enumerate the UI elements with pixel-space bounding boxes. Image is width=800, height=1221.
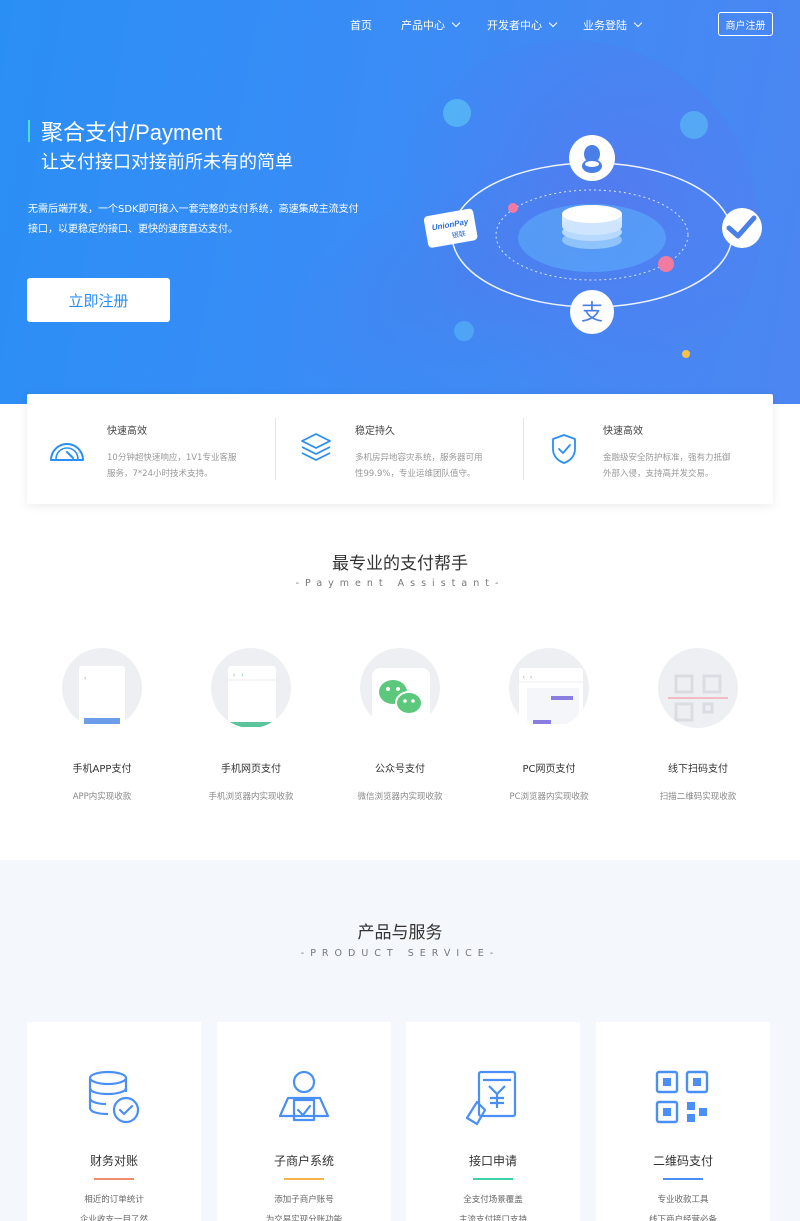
svg-text:‹: ‹ — [84, 675, 86, 682]
payment-method-desc: PC浏览器内实现收款 — [509, 792, 589, 802]
service-desc: 专业收款工具 线下商户经营必备 — [648, 1195, 717, 1221]
feature-title: 快速高效 — [107, 426, 147, 437]
service-name: 财务对账 — [89, 1154, 138, 1168]
chevron-down-icon — [451, 18, 461, 28]
shield-check-icon — [552, 434, 576, 464]
hero-subtitle: 让支付接口对接前所未有的简单 — [41, 152, 293, 173]
payment-method-desc: 扫描二维码实现收款 — [659, 792, 737, 802]
payment-method-name: 线下扫码支付 — [668, 764, 728, 775]
service-desc: 全支付场景覆盖 主流支付接口支持 — [458, 1195, 527, 1221]
unionpay-icon: UnionPay 银联 — [423, 208, 478, 248]
nav-item-label: 业务登陆 — [583, 19, 627, 32]
nav-item-label: 开发者中心 — [487, 19, 542, 32]
qr-scan-icon — [658, 648, 738, 728]
svg-text:‹ ›: ‹ › — [522, 674, 533, 681]
assistant-section-title: 最专业的支付帮手 — [332, 554, 468, 574]
payment-method-desc: APP内实现收款 — [72, 792, 132, 802]
service-accent-line — [284, 1178, 324, 1180]
payment-method-name: 手机网页支付 — [221, 764, 281, 775]
wechat-pay-icon — [722, 208, 762, 248]
nav-item-home[interactable]: 首页 — [350, 17, 372, 33]
feature-desc: 金融级安全防护标准，强有力抵御外部入侵，支持高并发交易。 — [603, 453, 731, 479]
speedometer-icon — [50, 443, 84, 461]
chevron-down-icon — [633, 18, 643, 28]
mobile-app-icon: ‹ — [62, 648, 142, 728]
nav-item-business-login[interactable]: 业务登陆 — [583, 17, 643, 33]
feature-highlights: 快速高效 10分钟超快速响应，1V1专业客服服务，7*24小时技术支持。 稳定持… — [27, 394, 773, 504]
svg-text:支: 支 — [581, 301, 603, 326]
payment-orbit-illustration: 支 UnionPay 银联 — [423, 99, 762, 358]
service-accent-line — [663, 1178, 703, 1180]
nav-item-label: 产品中心 — [401, 19, 445, 32]
wechat-icon — [360, 648, 440, 728]
service-card[interactable]: 二维码支付 专业收款工具 线下商户经营必备 — [596, 1022, 770, 1221]
service-accent-line — [473, 1178, 513, 1180]
hero-description: 无需后端开发，一个SDK即可接入一套完整的支付系统，高速集成主流支付接口，以更稳… — [28, 204, 359, 235]
service-desc: 添加子商户账号 为交易实现分账功能 — [265, 1195, 343, 1221]
nav-item-label: 首页 — [350, 19, 372, 32]
chevron-down-icon — [548, 18, 558, 28]
feature-desc: 多机房异地容灾系统，服务器可用性99.9%，专业运维团队值守。 — [355, 453, 483, 479]
mobile-web-icon: ‹ › — [211, 648, 291, 728]
payment-method-name: PC网页支付 — [522, 764, 576, 775]
qrcode-icon — [655, 1070, 709, 1124]
service-card[interactable]: 接口申请 全支付场景覆盖 主流支付接口支持 — [406, 1022, 580, 1221]
feature-item: 快速高效 金融级安全防护标准，强有力抵御外部入侵，支持高并发交易。 — [523, 394, 771, 504]
services-section-subtitle: -PRODUCT SERVICE- — [300, 948, 500, 959]
layers-icon — [301, 433, 331, 461]
user-account-icon — [278, 1070, 330, 1122]
services-section-title: 产品与服务 — [357, 923, 443, 943]
feature-item: 快速高效 10分钟超快速响应，1V1专业客服服务，7*24小时技术支持。 — [27, 394, 275, 504]
feature-desc: 10分钟超快速响应，1V1专业客服服务，7*24小时技术支持。 — [107, 453, 237, 479]
payment-method-name: 公众号支付 — [375, 764, 425, 775]
feature-title: 快速高效 — [603, 426, 643, 437]
top-navigation: 首页 产品中心 开发者中心 业务登陆 商户注册 — [0, 0, 800, 48]
hero-title: 聚合支付/Payment — [41, 120, 222, 145]
svg-text:‹ ›: ‹ › — [232, 671, 245, 679]
payment-method-desc: 微信浏览器内实现收款 — [357, 792, 443, 802]
register-now-button[interactable]: 立即注册 — [27, 278, 170, 322]
pc-web-icon: ‹ › — [509, 648, 589, 728]
assistant-section-subtitle: -Payment Assistant- — [295, 578, 505, 589]
service-accent-line — [94, 1178, 134, 1180]
divider — [275, 418, 276, 480]
feature-title: 稳定持久 — [355, 426, 395, 437]
nav-item-products[interactable]: 产品中心 — [401, 17, 461, 33]
payment-method-name: 手机APP支付 — [72, 764, 132, 775]
service-card[interactable]: 财务对账 相近的订单统计 企业收支一目了然 — [27, 1022, 201, 1221]
qq-icon — [569, 135, 615, 181]
service-name: 子商户系统 — [273, 1154, 334, 1168]
merchant-register-button[interactable]: 商户注册 — [718, 12, 773, 36]
alipay-icon: 支 — [570, 290, 614, 334]
feature-item: 稳定持久 多机房异地容灾系统，服务器可用性99.9%，专业运维团队值守。 — [275, 394, 523, 504]
title-accent-bar — [28, 120, 30, 142]
hero-banner: 首页 产品中心 开发者中心 业务登陆 商户注册 聚合支付/Payment 让支付… — [0, 0, 800, 404]
api-document-icon — [465, 1070, 517, 1126]
service-desc: 相近的订单统计 企业收支一目了然 — [79, 1195, 148, 1221]
nav-item-developers[interactable]: 开发者中心 — [487, 17, 558, 33]
payment-method-desc: 手机浏览器内实现收款 — [208, 792, 294, 802]
divider — [523, 418, 524, 480]
service-card[interactable]: 子商户系统 添加子商户账号 为交易实现分账功能 — [217, 1022, 391, 1221]
service-name: 二维码支付 — [652, 1154, 713, 1168]
database-check-icon — [88, 1070, 140, 1124]
service-name: 接口申请 — [468, 1154, 517, 1168]
